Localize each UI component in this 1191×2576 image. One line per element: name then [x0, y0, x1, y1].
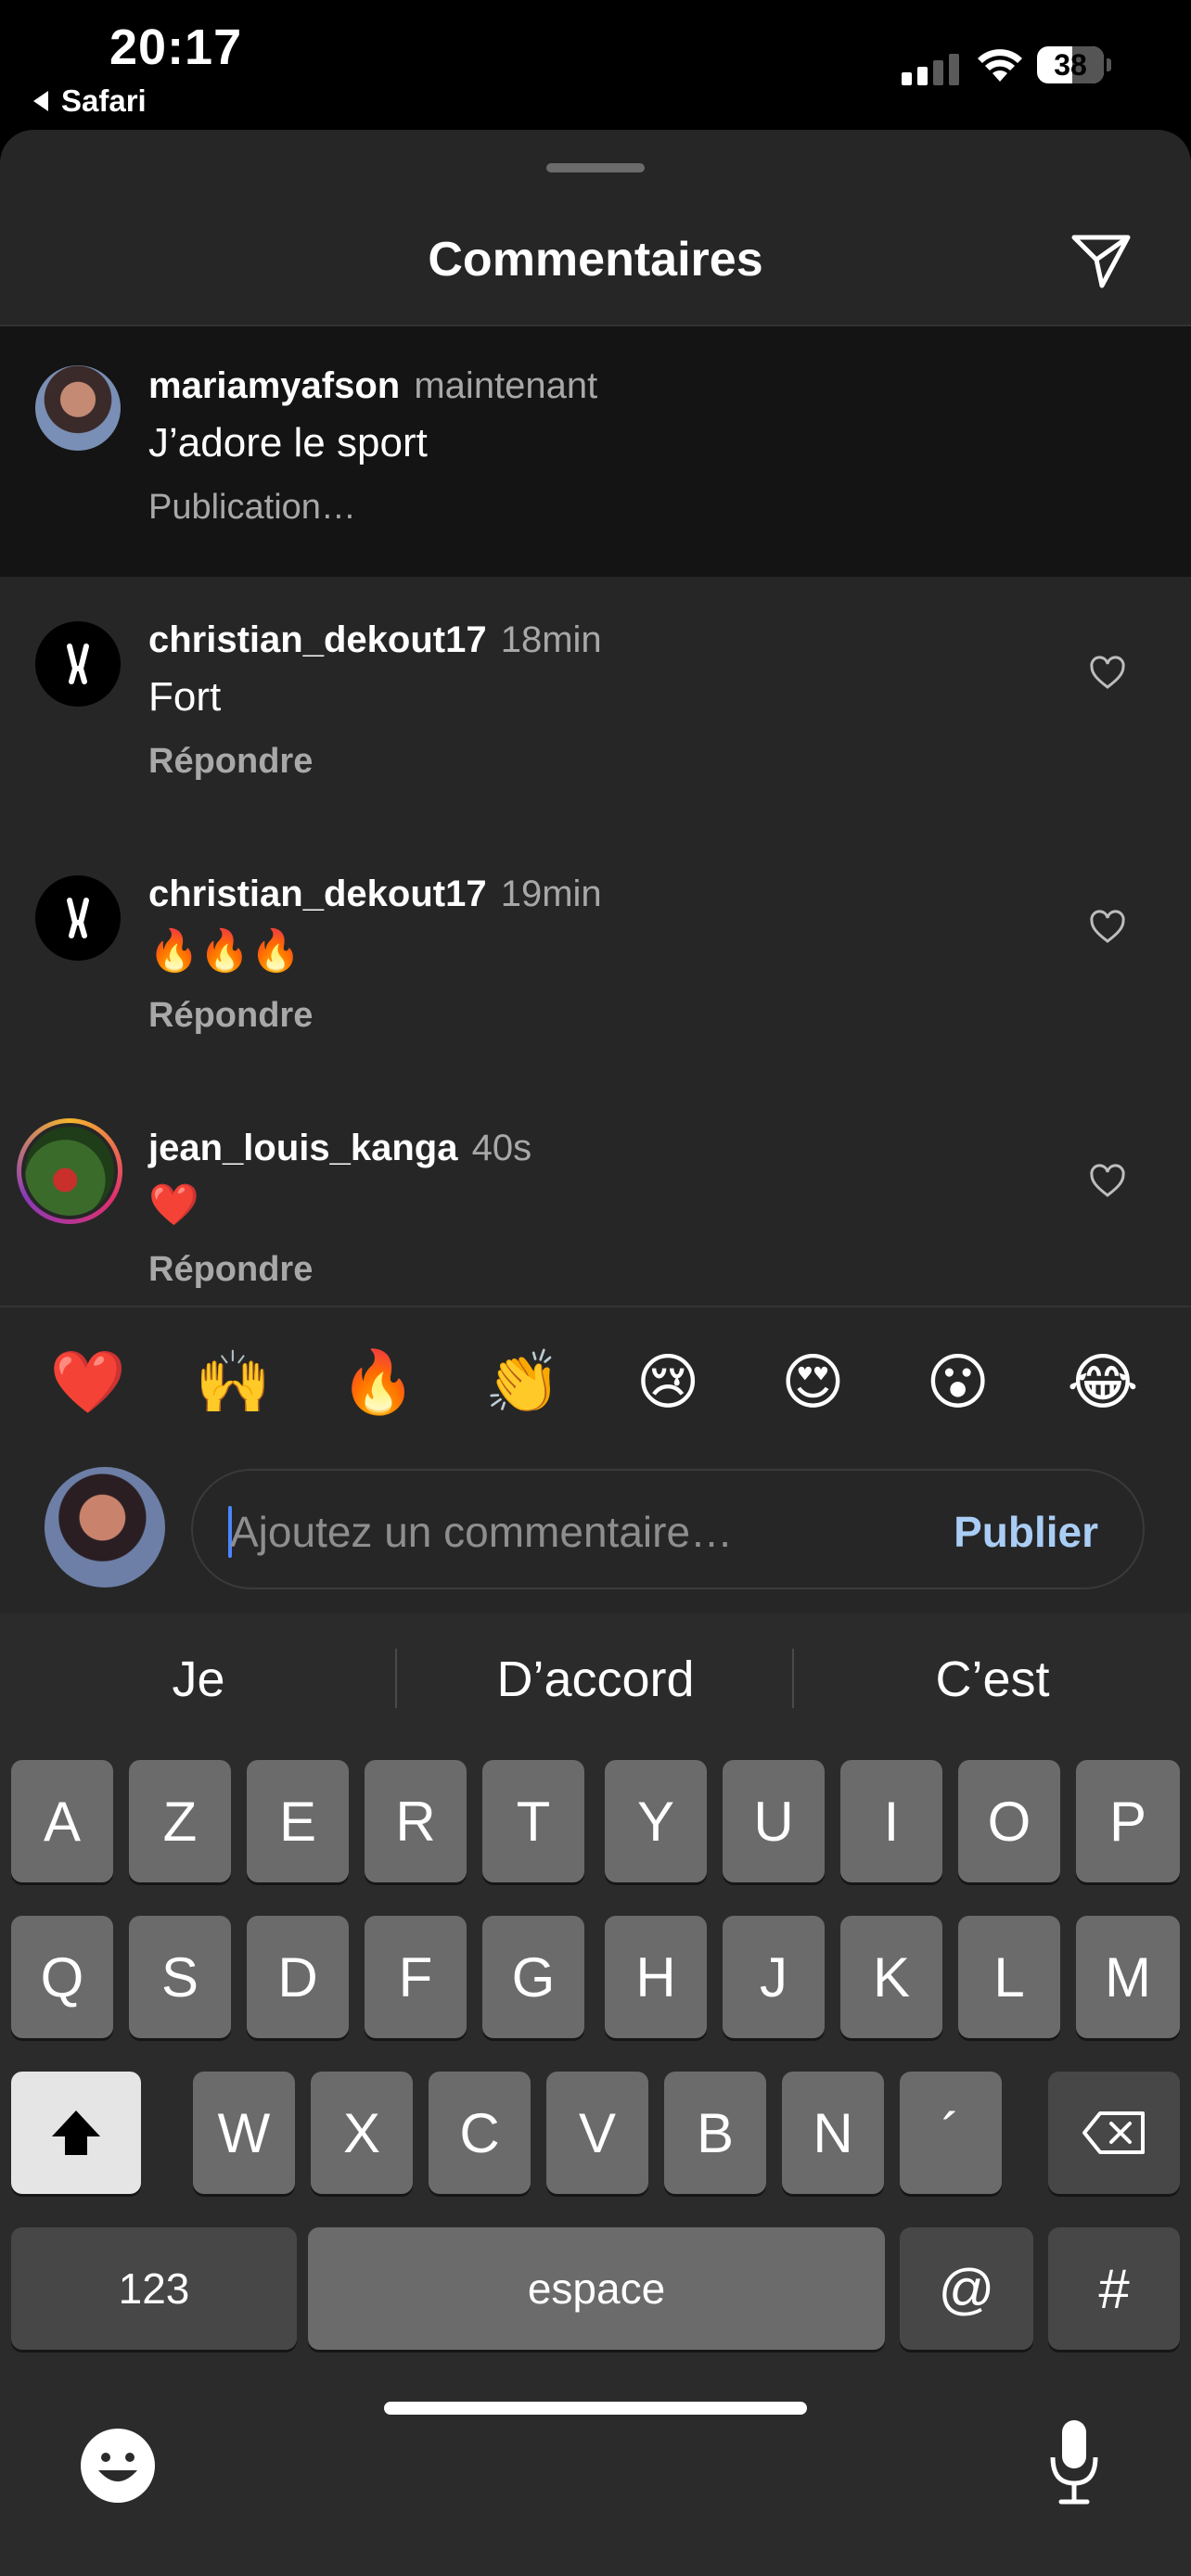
- space-key[interactable]: espace: [308, 2227, 885, 2350]
- comment-item: christian_dekout17 19min 🔥🔥🔥 Répondre: [0, 831, 1191, 1085]
- reply-link[interactable]: Répondre: [148, 742, 602, 782]
- suggestion-2[interactable]: D’accord: [397, 1651, 794, 1708]
- comment-item: mariamyafson maintenant J’adore le sport…: [0, 326, 1191, 577]
- backspace-key[interactable]: [1048, 2072, 1180, 2194]
- key-j[interactable]: J: [723, 1916, 825, 2038]
- key-k[interactable]: K: [840, 1916, 942, 2038]
- emoji-keyboard-icon[interactable]: [78, 2426, 158, 2506]
- key-o[interactable]: O: [958, 1760, 1060, 1882]
- home-indicator[interactable]: [384, 2402, 807, 2415]
- key-i[interactable]: I: [840, 1760, 942, 1882]
- key-x[interactable]: X: [311, 2072, 413, 2194]
- avatar[interactable]: [35, 621, 121, 707]
- back-app-label: Safari: [61, 83, 147, 118]
- numbers-key[interactable]: 123: [11, 2227, 297, 2350]
- key-n[interactable]: N: [782, 2072, 884, 2194]
- comment-username[interactable]: jean_louis_kanga: [148, 1128, 457, 1168]
- suggestion-bar: Je D’accord C’est: [0, 1613, 1191, 1743]
- like-heart-icon[interactable]: [1089, 909, 1126, 946]
- suggestion-1[interactable]: Je: [0, 1651, 397, 1708]
- reply-link[interactable]: Répondre: [148, 996, 602, 1036]
- like-heart-icon[interactable]: [1089, 1163, 1126, 1200]
- wifi-icon: [978, 49, 1022, 82]
- logo-icon: [67, 898, 89, 938]
- sheet-grabber[interactable]: [546, 163, 645, 172]
- key-p[interactable]: P: [1076, 1760, 1180, 1882]
- key-b[interactable]: B: [664, 2072, 766, 2194]
- suggestion-3[interactable]: C’est: [794, 1651, 1191, 1708]
- key-m[interactable]: M: [1076, 1916, 1180, 2038]
- page-title: Commentaires: [428, 233, 763, 287]
- emoji-heart-eyes-button[interactable]: 😍: [771, 1335, 854, 1428]
- comments-sheet: Commentaires mariamyafson maintenant J’a…: [0, 130, 1191, 2576]
- like-heart-icon[interactable]: [1089, 655, 1126, 692]
- key-g[interactable]: G: [482, 1916, 584, 2038]
- posting-status: Publication…: [148, 488, 356, 527]
- reply-link[interactable]: Répondre: [148, 1250, 531, 1290]
- quick-emoji-row: ❤️ 🙌 🔥 👏 😢 😍 😮 😂: [0, 1335, 1191, 1428]
- key-l[interactable]: L: [958, 1916, 1060, 2038]
- key-f[interactable]: F: [365, 1916, 467, 2038]
- key-r[interactable]: R: [365, 1760, 467, 1882]
- back-to-safari[interactable]: Safari: [33, 83, 147, 119]
- cellular-signal-icon: [902, 54, 959, 85]
- key-w[interactable]: W: [193, 2072, 295, 2194]
- hash-key[interactable]: #: [1048, 2227, 1180, 2350]
- avatar[interactable]: [35, 875, 121, 961]
- key-e[interactable]: E: [247, 1760, 349, 1882]
- emoji-laughing-button[interactable]: 😂: [1061, 1335, 1145, 1428]
- emoji-crying-button[interactable]: 😢: [626, 1335, 710, 1428]
- comment-username[interactable]: christian_dekout17: [148, 874, 487, 914]
- comment-text: J’adore le sport: [148, 420, 428, 465]
- logo-icon: [67, 644, 89, 684]
- comment-item: christian_dekout17 18min Fort Répondre: [0, 577, 1191, 831]
- emoji-surprised-button[interactable]: 😮: [916, 1335, 1000, 1428]
- emoji-clap-button[interactable]: 👏: [481, 1335, 565, 1428]
- keyboard: Je D’accord C’est A Z E R T Y U I O P Q …: [0, 1613, 1191, 2576]
- key-v[interactable]: V: [546, 2072, 648, 2194]
- emoji-raised-hands-button[interactable]: 🙌: [191, 1335, 275, 1428]
- comment-username[interactable]: christian_dekout17: [148, 619, 487, 660]
- emoji-heart-button[interactable]: ❤️: [46, 1335, 130, 1428]
- comment-text: ❤️: [148, 1182, 199, 1228]
- comment-time: maintenant: [414, 365, 598, 406]
- comment-text: 🔥🔥🔥: [148, 928, 301, 974]
- key-z[interactable]: Z: [129, 1760, 231, 1882]
- comment-time: 40s: [471, 1128, 532, 1168]
- publish-button[interactable]: Publier: [954, 1506, 1098, 1558]
- key-q[interactable]: Q: [11, 1916, 113, 2038]
- microphone-icon[interactable]: [1046, 2417, 1102, 2509]
- key-y[interactable]: Y: [605, 1760, 707, 1882]
- key-c[interactable]: C: [429, 2072, 531, 2194]
- status-bar: 20:17 Safari 38: [0, 0, 1191, 130]
- key-u[interactable]: U: [723, 1760, 825, 1882]
- key-d[interactable]: D: [247, 1916, 349, 2038]
- comment-time: 18min: [500, 619, 602, 660]
- status-time: 20:17: [109, 19, 243, 75]
- comment-item: jean_louis_kanga 40s ❤️ Répondre: [0, 1085, 1191, 1306]
- backspace-icon: [1082, 2111, 1145, 2154]
- key-h[interactable]: H: [605, 1916, 707, 2038]
- key-accent[interactable]: ´: [900, 2072, 1002, 2194]
- comment-placeholder: Ajoutez un commentaire…: [230, 1508, 734, 1556]
- back-arrow-icon: [33, 91, 48, 111]
- divider: [0, 1306, 1191, 1307]
- comment-text: Fort: [148, 674, 222, 720]
- comment-input[interactable]: Ajoutez un commentaire… Publier: [191, 1469, 1145, 1589]
- comment-username[interactable]: mariamyafson: [148, 365, 400, 406]
- battery-icon: 38: [1037, 46, 1111, 83]
- key-a[interactable]: A: [11, 1760, 113, 1882]
- shift-arrow-icon: [52, 2111, 100, 2155]
- shift-key[interactable]: [11, 2072, 141, 2194]
- at-key[interactable]: @: [900, 2227, 1033, 2350]
- key-t[interactable]: T: [482, 1760, 584, 1882]
- comment-time: 19min: [500, 874, 602, 914]
- send-icon[interactable]: [1069, 228, 1133, 293]
- key-s[interactable]: S: [129, 1916, 231, 2038]
- avatar[interactable]: [35, 365, 121, 451]
- current-user-avatar: [45, 1467, 165, 1588]
- story-ring-avatar[interactable]: [17, 1118, 122, 1224]
- emoji-fire-button[interactable]: 🔥: [337, 1335, 420, 1428]
